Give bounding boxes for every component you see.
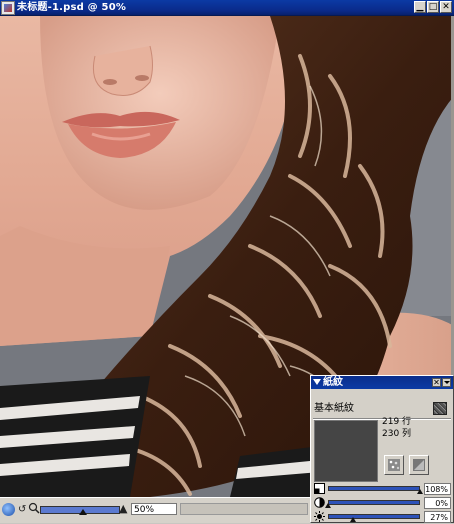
brightness-icon	[314, 511, 325, 522]
contrast-slider-row: 0%	[311, 496, 453, 510]
zoom-value-field[interactable]: 50%	[131, 503, 177, 515]
scale-slider-row: 108%	[311, 482, 453, 496]
directional-grain-button[interactable]	[409, 455, 429, 475]
brightness-slider-row: 27%	[311, 510, 453, 524]
brightness-value-field[interactable]: 27%	[424, 511, 451, 523]
paper-selector-swatch[interactable]	[433, 402, 447, 415]
scale-slider-track[interactable]	[328, 486, 420, 491]
document-title: 未标题-1.psd @ 50%	[17, 2, 127, 13]
scale-value-field[interactable]: 108%	[424, 483, 451, 495]
palette-close-button[interactable]: ✕	[432, 378, 441, 387]
brightness-slider-thumb[interactable]	[349, 517, 356, 522]
palette-menu-button[interactable]	[442, 378, 451, 387]
status-bar: ↺ ▲ 50%	[0, 497, 310, 523]
navigator-icon[interactable]	[2, 503, 15, 516]
palette-title: 紙紋	[323, 377, 343, 388]
collapse-triangle-icon[interactable]	[313, 379, 321, 385]
brightness-slider-track[interactable]	[328, 514, 420, 519]
scale-icon	[314, 483, 325, 494]
contrast-slider-thumb[interactable]	[325, 503, 331, 508]
paper-texture-icon	[388, 459, 400, 471]
invert-paper-button[interactable]	[384, 455, 404, 475]
contrast-value-field[interactable]: 0%	[424, 497, 451, 509]
paper-name-label[interactable]: 基本紙紋	[314, 403, 354, 415]
minimize-button[interactable]: ▁	[414, 1, 426, 13]
maximize-button[interactable]: □	[427, 1, 439, 13]
paper-rows-value: 219 行	[382, 417, 412, 427]
directional-light-icon	[413, 459, 425, 471]
paper-preview	[314, 420, 378, 482]
contrast-icon	[314, 497, 325, 508]
paper-texture-palette: 紙紋 ✕ 基本紙紋 219 行 230 列 108% 0% 27%	[310, 375, 454, 523]
close-button[interactable]: ✕	[440, 1, 452, 13]
paper-cols-value: 230 列	[382, 429, 412, 439]
document-title-bar[interactable]: 未标题-1.psd @ 50% ▁ □ ✕	[0, 0, 454, 16]
document-icon	[1, 1, 15, 15]
zoom-slider-thumb[interactable]	[78, 509, 87, 515]
horizontal-scrollbar[interactable]	[180, 503, 308, 515]
zoom-out-icon[interactable]	[28, 502, 40, 516]
contrast-slider-track[interactable]	[328, 500, 420, 505]
zoom-in-icon[interactable]: ▲	[119, 503, 127, 515]
scale-slider-thumb[interactable]	[417, 489, 423, 494]
palette-title-bar[interactable]: 紙紋 ✕	[311, 376, 453, 389]
rotate-icon[interactable]: ↺	[18, 503, 28, 516]
